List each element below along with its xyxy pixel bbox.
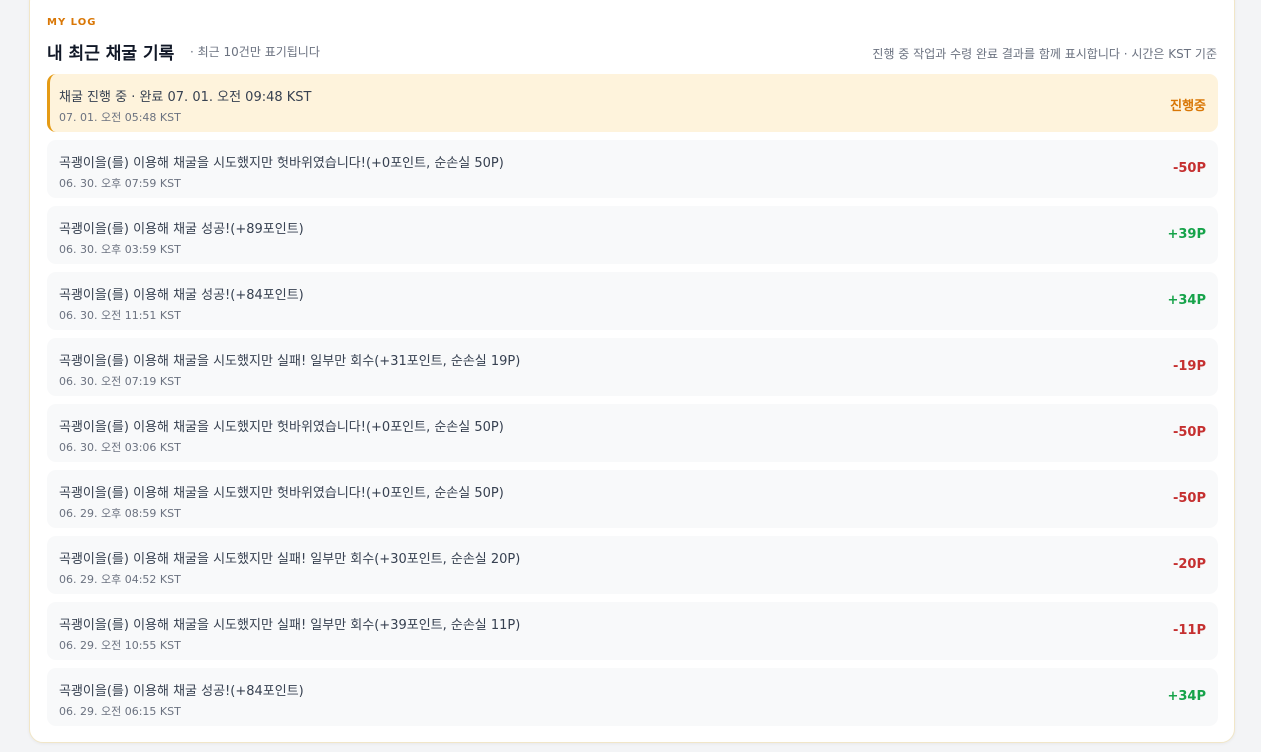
- log-text: 곡괭이을(를) 이용해 채굴 성공!(+84포인트): [59, 684, 304, 699]
- log-text: 채굴 진행 중 · 완료 07. 01. 오전 09:48 KST: [59, 90, 312, 105]
- log-text: 곡괭이을(를) 이용해 채굴 성공!(+89포인트): [59, 222, 304, 237]
- log-time: 06. 29. 오전 10:55 KST: [59, 639, 181, 652]
- log-time: 06. 30. 오전 03:06 KST: [59, 441, 181, 454]
- point-delta: -20P: [1172, 557, 1206, 572]
- log-text: 곡괭이을(를) 이용해 채굴을 시도했지만 헛바위였습니다!(+0포인트, 순손…: [59, 486, 504, 501]
- log-time: 06. 30. 오전 11:51 KST: [59, 309, 181, 322]
- log-row: 곡괭이을(를) 이용해 채굴을 시도했지만 헛바위였습니다!(+0포인트, 순손…: [47, 470, 1218, 528]
- point-delta: -50P: [1172, 161, 1206, 176]
- log-time: 07. 01. 오전 05:48 KST: [59, 111, 181, 124]
- point-delta: -50P: [1172, 425, 1206, 440]
- point-delta: +39P: [1167, 227, 1206, 242]
- mining-log-card: MY LOG 내 최근 채굴 기록 · 최근 10건만 표기됩니다 진행 중 작…: [29, 0, 1235, 743]
- log-time: 06. 29. 오후 08:59 KST: [59, 507, 181, 520]
- log-row: 곡괭이을(를) 이용해 채굴을 시도했지만 실패! 일부만 회수(+31포인트,…: [47, 338, 1218, 396]
- log-text: 곡괭이을(를) 이용해 채굴을 시도했지만 헛바위였습니다!(+0포인트, 순손…: [59, 156, 504, 171]
- log-row: 곡괭이을(를) 이용해 채굴 성공!(+89포인트) 06. 30. 오후 03…: [47, 206, 1218, 264]
- point-delta: +34P: [1167, 689, 1206, 704]
- log-text: 곡괭이을(를) 이용해 채굴을 시도했지만 실패! 일부만 회수(+30포인트,…: [59, 552, 521, 567]
- title-row: 내 최근 채굴 기록 · 최근 10건만 표기됩니다 진행 중 작업과 수령 완…: [47, 37, 1217, 65]
- point-delta: -11P: [1172, 623, 1206, 638]
- log-row: 곡괭이을(를) 이용해 채굴 성공!(+84포인트) 06. 30. 오전 11…: [47, 272, 1218, 330]
- log-row: 곡괭이을(를) 이용해 채굴을 시도했지만 실패! 일부만 회수(+39포인트,…: [47, 602, 1218, 660]
- log-list: 채굴 진행 중 · 완료 07. 01. 오전 09:48 KST 07. 01…: [47, 74, 1218, 734]
- point-delta: -19P: [1172, 359, 1206, 374]
- log-row: 곡괭이을(를) 이용해 채굴을 시도했지만 실패! 일부만 회수(+30포인트,…: [47, 536, 1218, 594]
- log-time: 06. 29. 오후 04:52 KST: [59, 573, 181, 586]
- log-text: 곡괭이을(를) 이용해 채굴 성공!(+84포인트): [59, 288, 304, 303]
- point-delta: +34P: [1167, 293, 1206, 308]
- page-title: 내 최근 채굴 기록: [47, 44, 175, 64]
- log-time: 06. 29. 오전 06:15 KST: [59, 705, 181, 718]
- header-note: 진행 중 작업과 수령 완료 결과를 함께 표시합니다 · 시간은 KST 기준: [872, 47, 1217, 61]
- page-subtitle: · 최근 10건만 표기됩니다: [190, 45, 320, 59]
- status-badge: 진행중: [1170, 99, 1206, 114]
- log-time: 06. 30. 오전 07:19 KST: [59, 375, 181, 388]
- log-row-in-progress: 채굴 진행 중 · 완료 07. 01. 오전 09:48 KST 07. 01…: [47, 74, 1218, 132]
- log-text: 곡괭이을(를) 이용해 채굴을 시도했지만 헛바위였습니다!(+0포인트, 순손…: [59, 420, 504, 435]
- log-row: 곡괭이을(를) 이용해 채굴을 시도했지만 헛바위였습니다!(+0포인트, 순손…: [47, 404, 1218, 462]
- log-text: 곡괭이을(를) 이용해 채굴을 시도했지만 실패! 일부만 회수(+31포인트,…: [59, 354, 521, 369]
- log-time: 06. 30. 오후 03:59 KST: [59, 243, 181, 256]
- log-row: 곡괭이을(를) 이용해 채굴을 시도했지만 헛바위였습니다!(+0포인트, 순손…: [47, 140, 1218, 198]
- section-eyebrow: MY LOG: [47, 17, 97, 28]
- log-row: 곡괭이을(를) 이용해 채굴 성공!(+84포인트) 06. 29. 오전 06…: [47, 668, 1218, 726]
- log-text: 곡괭이을(를) 이용해 채굴을 시도했지만 실패! 일부만 회수(+39포인트,…: [59, 618, 521, 633]
- log-time: 06. 30. 오후 07:59 KST: [59, 177, 181, 190]
- point-delta: -50P: [1172, 491, 1206, 506]
